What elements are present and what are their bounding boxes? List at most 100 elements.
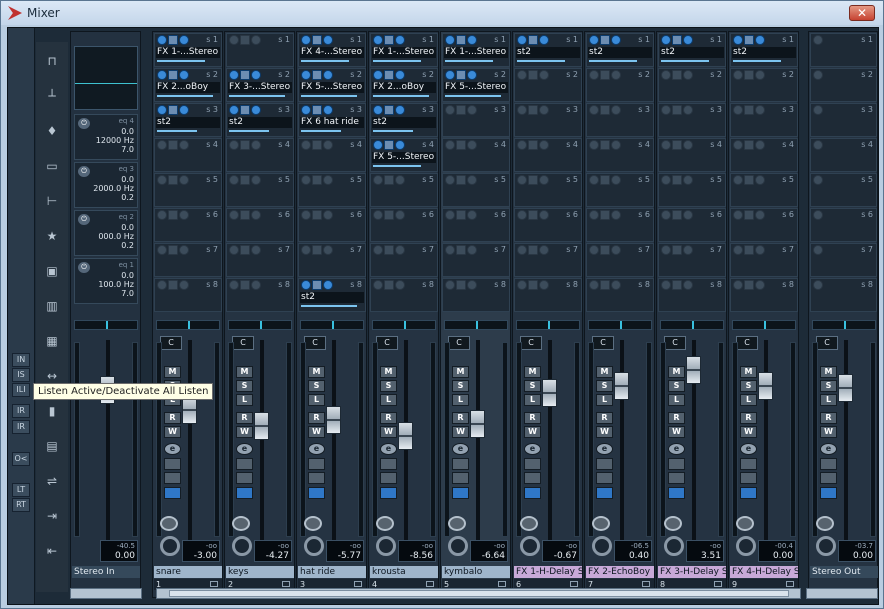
slot-power-icon[interactable]	[301, 70, 311, 80]
insert-slot[interactable]: s 6	[442, 208, 510, 242]
slot-bypass-icon[interactable]	[755, 210, 765, 220]
volume-value[interactable]: -8.56	[410, 551, 433, 561]
write-button[interactable]: W	[308, 426, 325, 438]
slot-bypass-icon[interactable]	[467, 35, 477, 45]
level-display[interactable]: -40.5 0.00	[100, 540, 138, 562]
slot-edit-icon[interactable]	[240, 70, 250, 80]
slot-power-icon[interactable]	[301, 280, 311, 290]
slot-send-level[interactable]	[517, 60, 565, 62]
slot-power-icon[interactable]	[229, 105, 239, 115]
solo-button[interactable]: S	[740, 380, 757, 392]
slot-send-level[interactable]	[157, 95, 213, 97]
insert-bypass-button[interactable]	[164, 458, 181, 470]
slot-plugin-name[interactable]: st2	[372, 117, 436, 128]
slot-bypass-icon[interactable]	[251, 280, 261, 290]
insert-slot[interactable]: s 1	[226, 33, 294, 67]
record-enable-button[interactable]	[736, 536, 756, 556]
volume-value[interactable]: 3.51	[701, 551, 721, 561]
level-display[interactable]: -oo -4.27	[254, 540, 292, 562]
slot-edit-icon[interactable]	[456, 140, 466, 150]
channel-name[interactable]: FX 1-H-Delay St	[514, 566, 582, 578]
insert-slot[interactable]: s 4	[154, 138, 222, 172]
slot-power-icon[interactable]	[301, 175, 311, 185]
insert-slot[interactable]: s 2 FX 2...oBoy	[370, 68, 438, 102]
slot-edit-icon[interactable]	[240, 105, 250, 115]
pan-control[interactable]	[228, 320, 292, 330]
insert-slot[interactable]: s 4	[442, 138, 510, 172]
insert-bypass-button[interactable]	[380, 458, 397, 470]
volume-fader[interactable]	[838, 374, 853, 402]
monitor-button[interactable]	[736, 516, 754, 531]
insert-slot[interactable]: s 5	[370, 173, 438, 207]
slot-plugin-name[interactable]: FX 5-...Stereo	[372, 152, 436, 163]
slot-power-icon[interactable]	[813, 140, 823, 150]
channel-name[interactable]: kymbalo	[442, 566, 510, 578]
slot-bypass-icon[interactable]	[251, 35, 261, 45]
fader-icon[interactable]: ▮	[41, 402, 63, 420]
slot-edit-icon[interactable]	[384, 105, 394, 115]
volume-fader[interactable]	[182, 396, 197, 424]
pan-value[interactable]: C	[304, 336, 326, 350]
left-tool-button[interactable]: IR	[12, 420, 30, 434]
slot-power-icon[interactable]	[373, 140, 383, 150]
slot-edit-icon[interactable]	[672, 210, 682, 220]
slot-send-level[interactable]	[373, 60, 421, 62]
slot-edit-icon[interactable]	[528, 245, 538, 255]
level-display[interactable]: -00.4 0.00	[758, 540, 796, 562]
insert-slot[interactable]: s 1 st2	[730, 33, 798, 67]
monitor-button[interactable]	[816, 516, 834, 531]
slot-bypass-icon[interactable]	[395, 35, 405, 45]
insert-slot[interactable]: s 1 FX 1-...Stereo	[442, 33, 510, 67]
channel-name[interactable]: FX 3-H-Delay St	[658, 566, 726, 578]
slot-edit-icon[interactable]	[672, 280, 682, 290]
slot-power-icon[interactable]	[373, 245, 383, 255]
slot-edit-icon[interactable]	[600, 175, 610, 185]
slot-bypass-icon[interactable]	[683, 70, 693, 80]
slot-bypass-icon[interactable]	[467, 140, 477, 150]
record-enable-button[interactable]	[232, 536, 252, 556]
slot-power-icon[interactable]	[301, 245, 311, 255]
pan-value[interactable]: C	[160, 336, 182, 350]
insert-slot[interactable]: s 6	[514, 208, 582, 242]
slot-send-level[interactable]	[373, 165, 421, 167]
insert-slot[interactable]: s 2	[810, 68, 877, 102]
slot-edit-icon[interactable]	[672, 35, 682, 45]
slot-power-icon[interactable]	[813, 210, 823, 220]
send-bypass-button[interactable]	[380, 487, 397, 499]
slot-plugin-name[interactable]: FX 3-...Stereo	[228, 82, 292, 93]
solo-button[interactable]: S	[524, 380, 541, 392]
volume-value[interactable]: -6.64	[482, 551, 505, 561]
slot-bypass-icon[interactable]	[539, 140, 549, 150]
eq-bypass-button[interactable]	[380, 472, 397, 484]
slot-bypass-icon[interactable]	[179, 35, 189, 45]
insert-slot[interactable]: s 1 FX 1-...Stereo	[370, 33, 438, 67]
insert-slot[interactable]: s 4	[586, 138, 654, 172]
slot-edit-icon[interactable]	[528, 140, 538, 150]
pan-value[interactable]: C	[592, 336, 614, 350]
send-bypass-button[interactable]	[740, 487, 757, 499]
star-icon[interactable]: ★	[41, 227, 63, 245]
insert-slot[interactable]: s 3 FX 6 hat ride	[298, 103, 366, 137]
slot-bypass-icon[interactable]	[755, 175, 765, 185]
slot-power-icon[interactable]	[661, 140, 671, 150]
insert-slot[interactable]: s 6	[658, 208, 726, 242]
eq-freq-value[interactable]: 000.0 Hz	[98, 232, 134, 241]
slot-bypass-icon[interactable]	[467, 210, 477, 220]
slot-bypass-icon[interactable]	[251, 245, 261, 255]
slot-power-icon[interactable]	[589, 105, 599, 115]
monitor-button[interactable]	[520, 516, 538, 531]
insert-slot[interactable]: s 3 st2	[370, 103, 438, 137]
slot-edit-icon[interactable]	[600, 210, 610, 220]
slot-bypass-icon[interactable]	[611, 35, 621, 45]
mute-button[interactable]: M	[740, 366, 757, 378]
edit-channel-button[interactable]: e	[596, 443, 613, 455]
slot-power-icon[interactable]	[813, 280, 823, 290]
insert-slot[interactable]: s 8	[586, 278, 654, 312]
record-enable-button[interactable]	[520, 536, 540, 556]
slot-power-icon[interactable]	[157, 245, 167, 255]
slot-power-icon[interactable]	[661, 70, 671, 80]
listen-button[interactable]: L	[236, 394, 253, 406]
read-button[interactable]: R	[164, 412, 181, 424]
slot-bypass-icon[interactable]	[539, 105, 549, 115]
slot-send-level[interactable]	[157, 60, 205, 62]
